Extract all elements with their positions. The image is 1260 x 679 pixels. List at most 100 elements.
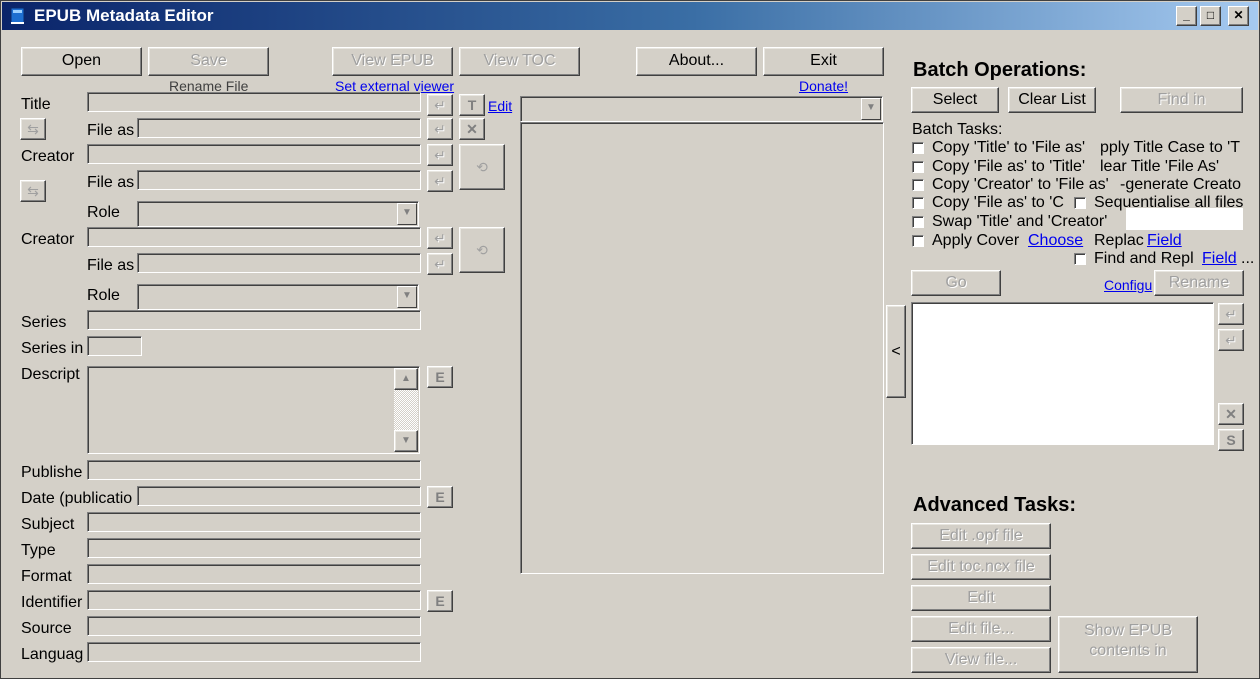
copy-creator2-fileas-button[interactable]: ↵ xyxy=(427,253,453,275)
swap-title-creator-checkbox[interactable] xyxy=(912,216,924,228)
title-bar[interactable]: EPUB Metadata Editor _ □ ✕ xyxy=(2,2,1258,30)
edit-file-button[interactable]: Edit file... xyxy=(911,616,1051,642)
copy-creator2-button[interactable]: ↵ xyxy=(427,227,453,249)
configure-link[interactable]: Configu xyxy=(1104,277,1156,293)
swap-creator-button[interactable]: ⇆ xyxy=(20,180,46,202)
sequence-input[interactable] xyxy=(1126,208,1243,230)
format-field[interactable] xyxy=(87,564,421,584)
subject-field[interactable] xyxy=(87,512,421,532)
swap-icon: ⇆ xyxy=(27,121,39,137)
copy-title-button[interactable]: ↵ xyxy=(427,94,453,116)
replace-field-link[interactable]: Field xyxy=(1147,232,1182,250)
swap-creators-button[interactable]: ⟲ xyxy=(459,144,505,190)
swap-title-button[interactable]: ⇆ xyxy=(20,118,46,140)
book-icon xyxy=(10,7,25,25)
chevron-down-icon[interactable]: ▼ xyxy=(397,286,417,308)
return-arrow-icon: ↵ xyxy=(1225,306,1237,322)
date-label: Date (publicatio xyxy=(21,490,133,507)
open-button[interactable]: Open xyxy=(21,47,142,76)
close-button[interactable]: ✕ xyxy=(1228,6,1249,26)
go-button[interactable]: Go xyxy=(911,270,1001,296)
clear-list-button[interactable]: Clear List xyxy=(1008,87,1096,113)
cover-select[interactable]: ▼ xyxy=(520,96,883,122)
edit-opf-button[interactable]: Edit .opf file xyxy=(911,523,1051,549)
date-extra-button[interactable]: E xyxy=(427,486,453,508)
edit-link[interactable]: Edit xyxy=(488,98,512,114)
move-up-button[interactable]: ↵ xyxy=(1218,303,1244,325)
edit-toc-button[interactable]: Edit toc.ncx file xyxy=(911,554,1051,580)
find-replace-checkbox[interactable] xyxy=(1074,253,1086,265)
description-extra-button[interactable]: E xyxy=(427,366,453,388)
batch-file-list[interactable] xyxy=(911,302,1214,445)
window-title: EPUB Metadata Editor xyxy=(34,6,214,25)
minimize-button[interactable]: _ xyxy=(1176,6,1197,26)
find-in-button[interactable]: Find in xyxy=(1120,87,1243,113)
identifier-label: Identifier xyxy=(21,594,83,611)
view-file-button[interactable]: View file... xyxy=(911,647,1051,673)
save-button[interactable]: Save xyxy=(148,47,269,76)
series-field[interactable] xyxy=(87,310,421,330)
creator-file-as-field[interactable] xyxy=(137,170,421,190)
chevron-down-icon[interactable]: ▼ xyxy=(397,203,417,225)
copy-creator-fileas-button[interactable]: ↵ xyxy=(427,170,453,192)
scroll-down-icon[interactable]: ▼ xyxy=(394,430,418,452)
collapse-panel-button[interactable]: < xyxy=(886,305,906,398)
edit-button[interactable]: Edit xyxy=(911,585,1051,611)
source-field[interactable] xyxy=(87,616,421,636)
maximize-button[interactable]: □ xyxy=(1200,6,1221,26)
sort-button[interactable]: S xyxy=(1218,429,1244,451)
copy-fileas-title-checkbox[interactable] xyxy=(912,161,924,173)
return-arrow-icon: ↵ xyxy=(434,256,446,272)
creator-role-label: Role xyxy=(87,204,120,221)
publisher-field[interactable] xyxy=(87,460,421,480)
move-down-button[interactable]: ↵ xyxy=(1218,329,1244,351)
date-field[interactable] xyxy=(137,486,421,506)
return-arrow-icon: ↵ xyxy=(434,97,446,113)
about-button[interactable]: About... xyxy=(636,47,757,76)
cover-image-panel xyxy=(520,122,884,574)
series-label: Series xyxy=(21,314,67,331)
creator2-role-select[interactable]: ▼ xyxy=(137,284,419,310)
title-label: Title xyxy=(21,96,51,113)
show-epub-contents-button[interactable]: Show EPUB contents in xyxy=(1058,616,1198,673)
regenerate-creator-text: -generate Creato xyxy=(1120,176,1241,193)
clear-title-button[interactable]: ✕ xyxy=(459,118,485,140)
copy-creator-button[interactable]: ↵ xyxy=(427,144,453,166)
title-file-as-field[interactable] xyxy=(137,118,421,138)
sequentialise-checkbox[interactable] xyxy=(1074,197,1086,209)
title-field[interactable] xyxy=(87,92,421,112)
title-file-as-label: File as xyxy=(87,122,135,139)
type-field[interactable] xyxy=(87,538,421,558)
select-button[interactable]: Select xyxy=(911,87,999,113)
title-case-button[interactable]: T xyxy=(459,94,485,116)
view-epub-button[interactable]: View EPUB xyxy=(332,47,453,76)
exit-button[interactable]: Exit xyxy=(763,47,884,76)
identifier-field[interactable] xyxy=(87,590,421,610)
creator2-file-as-field[interactable] xyxy=(137,253,421,273)
copy-title-fileas-checkbox[interactable] xyxy=(912,142,924,154)
identifier-extra-button[interactable]: E xyxy=(427,590,453,612)
close-icon: ✕ xyxy=(466,121,478,137)
description-field[interactable]: ▲ ▼ xyxy=(87,366,420,454)
choose-cover-link[interactable]: Choose xyxy=(1028,232,1083,250)
creator-field[interactable] xyxy=(87,144,421,164)
copy-title-fileas-button[interactable]: ↵ xyxy=(427,118,453,140)
language-field[interactable] xyxy=(87,642,421,662)
scroll-up-icon[interactable]: ▲ xyxy=(394,368,418,390)
description-scrollbar[interactable]: ▲ ▼ xyxy=(394,368,418,452)
chevron-down-icon[interactable]: ▼ xyxy=(861,98,881,120)
rename-button[interactable]: Rename xyxy=(1154,270,1244,296)
series-index-field[interactable] xyxy=(87,336,142,356)
copy-creator-fileas-checkbox[interactable] xyxy=(912,179,924,191)
creator2-field[interactable] xyxy=(87,227,421,247)
donate-link[interactable]: Donate! xyxy=(799,78,848,94)
find-replace-field-link[interactable]: Field xyxy=(1202,250,1237,268)
copy-title-fileas-text: Copy 'Title' to 'File as' xyxy=(932,139,1086,156)
view-toc-button[interactable]: View TOC xyxy=(459,47,580,76)
creator-role-select[interactable]: ▼ xyxy=(137,201,419,227)
copy-fileas-creator-checkbox[interactable] xyxy=(912,197,924,209)
swap-creators2-button[interactable]: ⟲ xyxy=(459,227,505,273)
remove-file-button[interactable]: ✕ xyxy=(1218,403,1244,425)
apply-cover-checkbox[interactable] xyxy=(912,235,924,247)
apply-title-case-text: pply Title Case to 'T xyxy=(1100,139,1240,156)
